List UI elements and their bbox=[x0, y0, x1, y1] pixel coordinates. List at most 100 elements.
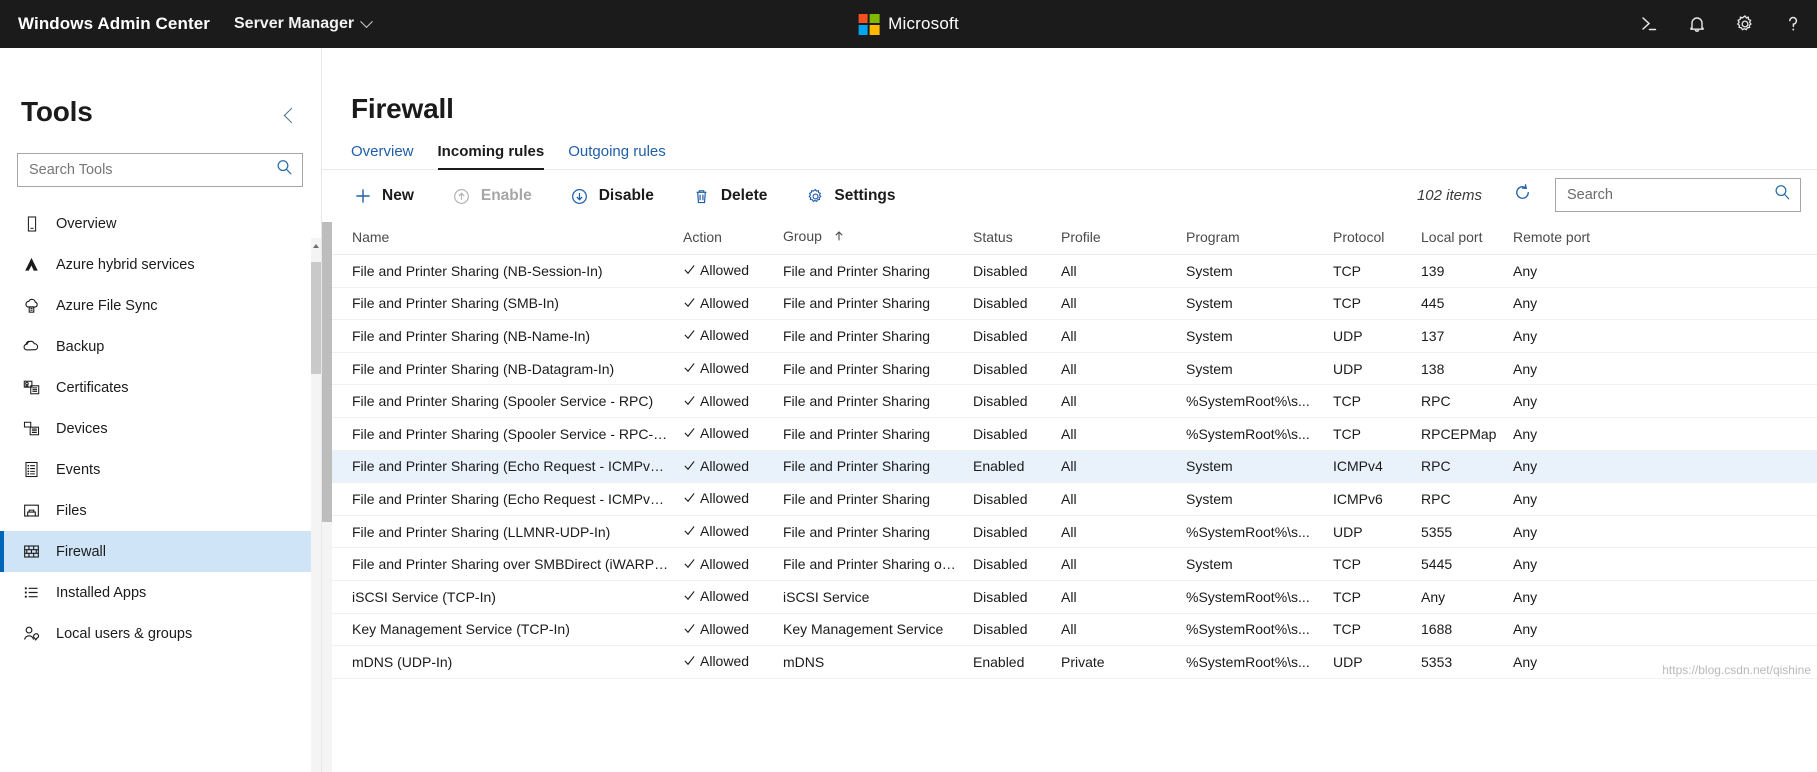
cell-local-port: 138 bbox=[1415, 352, 1507, 386]
sidebar-item-backup[interactable]: Backup bbox=[0, 326, 321, 367]
checkmark-icon bbox=[683, 557, 696, 573]
cell-group: File and Printer Sharing bbox=[777, 450, 967, 484]
cell-program: %SystemRoot%\s... bbox=[1180, 417, 1327, 451]
firewall-rules-table: Name Action Group Status Profile Program… bbox=[322, 222, 1817, 679]
cell-profile: All bbox=[1055, 319, 1180, 353]
cell-action: Allowed bbox=[677, 254, 777, 288]
grid-scrollbar-thumb[interactable] bbox=[322, 222, 332, 522]
sidebar-item-azure-hybrid-services[interactable]: Azure hybrid services bbox=[0, 244, 321, 285]
tools-list: Overview Azure hybrid services Azure Fil… bbox=[0, 203, 321, 654]
cell-group: mDNS bbox=[777, 645, 967, 679]
tools-search-input[interactable] bbox=[29, 162, 275, 178]
checkmark-icon bbox=[683, 296, 696, 312]
cell-remote-port: Any bbox=[1507, 319, 1817, 353]
cell-local-port: RPC bbox=[1415, 482, 1507, 516]
chevron-down-icon bbox=[360, 14, 373, 28]
column-header-status[interactable]: Status bbox=[967, 222, 1055, 255]
sidebar-item-firewall[interactable]: Firewall bbox=[0, 531, 321, 572]
sidebar-item-overview[interactable]: Overview bbox=[0, 203, 321, 244]
table-row[interactable]: File and Printer Sharing (Echo Request -… bbox=[322, 450, 1817, 484]
settings-gear-icon[interactable] bbox=[1721, 0, 1769, 48]
new-rule-button[interactable]: New bbox=[351, 182, 428, 210]
checkmark-icon bbox=[683, 328, 696, 344]
cell-protocol: TCP bbox=[1327, 384, 1415, 418]
tools-header: Tools bbox=[0, 48, 321, 132]
notifications-bell-icon[interactable] bbox=[1673, 0, 1721, 48]
powershell-console-icon[interactable] bbox=[1625, 0, 1673, 48]
server-icon bbox=[21, 213, 42, 234]
table-row[interactable]: File and Printer Sharing (Echo Request -… bbox=[322, 482, 1817, 516]
cell-remote-port: Any bbox=[1507, 254, 1817, 288]
cell-action: Allowed bbox=[677, 352, 777, 386]
sidebar-item-events[interactable]: Events bbox=[0, 449, 321, 490]
table-row[interactable]: Key Management Service (TCP-In) Allowed Ke… bbox=[322, 613, 1817, 647]
page-title: Firewall bbox=[351, 93, 454, 124]
cell-program: System bbox=[1180, 352, 1327, 386]
table-body: File and Printer Sharing (NB-Session-In)… bbox=[322, 254, 1817, 679]
scroll-up-arrow-icon[interactable] bbox=[311, 238, 321, 254]
cell-group: iSCSI Service bbox=[777, 580, 967, 614]
cell-remote-port: Any bbox=[1507, 287, 1817, 321]
table-row[interactable]: File and Printer Sharing (Spooler Servic… bbox=[322, 384, 1817, 418]
table-row[interactable]: File and Printer Sharing (LLMNR-UDP-In) A… bbox=[322, 515, 1817, 549]
collapse-sidebar-button[interactable] bbox=[280, 102, 303, 132]
action-label: Allowed bbox=[700, 490, 750, 507]
delete-rule-label: Delete bbox=[720, 187, 768, 204]
column-header-program[interactable]: Program bbox=[1180, 222, 1327, 255]
delete-rule-button[interactable]: Delete bbox=[690, 182, 782, 210]
column-header-group[interactable]: Group bbox=[777, 222, 967, 255]
sidebar-item-azure-file-sync[interactable]: Azure File Sync bbox=[0, 285, 321, 326]
cell-profile: All bbox=[1055, 547, 1180, 581]
cell-remote-port: Any bbox=[1507, 613, 1817, 647]
sidebar-item-devices[interactable]: Devices bbox=[0, 408, 321, 449]
tools-sidebar: Tools Overview bbox=[0, 48, 322, 772]
table-row[interactable]: File and Printer Sharing (NB-Name-In) All… bbox=[322, 319, 1817, 353]
tab-bar: Overview Incoming rules Outgoing rules bbox=[322, 143, 1817, 170]
tab-incoming-rules[interactable]: Incoming rules bbox=[426, 143, 557, 170]
disable-rule-label: Disable bbox=[598, 187, 654, 204]
help-question-icon[interactable] bbox=[1769, 0, 1817, 48]
column-header-local-port[interactable]: Local port bbox=[1415, 222, 1507, 255]
sidebar-scrollbar[interactable] bbox=[311, 238, 321, 772]
server-manager-nav[interactable]: Server Manager bbox=[234, 14, 373, 33]
cell-local-port: Any bbox=[1415, 580, 1507, 614]
sidebar-item-files[interactable]: Files bbox=[0, 490, 321, 531]
column-header-protocol[interactable]: Protocol bbox=[1327, 222, 1415, 255]
tab-overview[interactable]: Overview bbox=[339, 143, 426, 169]
table-row[interactable]: iSCSI Service (TCP-In) Allowed iSCSI Servi… bbox=[322, 580, 1817, 614]
refresh-button[interactable] bbox=[1508, 178, 1537, 212]
rules-search-input[interactable] bbox=[1567, 187, 1773, 203]
firewall-settings-button[interactable]: Settings bbox=[803, 182, 909, 210]
cell-local-port: 1688 bbox=[1415, 613, 1507, 647]
disable-rule-button[interactable]: Disable bbox=[568, 182, 668, 210]
column-header-profile[interactable]: Profile bbox=[1055, 222, 1180, 255]
cell-program: %SystemRoot%\s... bbox=[1180, 645, 1327, 679]
tools-search-box[interactable] bbox=[17, 153, 303, 187]
cell-protocol: TCP bbox=[1327, 580, 1415, 614]
cell-local-port: RPC bbox=[1415, 450, 1507, 484]
cell-status: Disabled bbox=[967, 384, 1055, 418]
column-header-name[interactable]: Name bbox=[322, 222, 677, 255]
cell-name: File and Printer Sharing (LLMNR-UDP-In) bbox=[322, 515, 677, 549]
sidebar-item-installed-apps[interactable]: Installed Apps bbox=[0, 572, 321, 613]
cell-name: File and Printer Sharing (Spooler Servic… bbox=[322, 384, 677, 418]
rules-search-box[interactable] bbox=[1555, 178, 1801, 212]
table-row[interactable]: mDNS (UDP-In) Allowed mDNS Enabled Private %S… bbox=[322, 645, 1817, 679]
sidebar-scrollbar-thumb[interactable] bbox=[311, 262, 321, 374]
sidebar-item-local-users-groups[interactable]: Local users & groups bbox=[0, 613, 321, 654]
column-header-remote-port[interactable]: Remote port bbox=[1507, 222, 1817, 255]
grid-vertical-scrollbar[interactable] bbox=[322, 222, 332, 772]
table-row[interactable]: File and Printer Sharing over SMBDirect … bbox=[322, 547, 1817, 581]
search-icon bbox=[1773, 183, 1792, 207]
tab-outgoing-rules[interactable]: Outgoing rules bbox=[556, 143, 678, 169]
enable-rule-label: Enable bbox=[480, 187, 532, 204]
cell-protocol: TCP bbox=[1327, 254, 1415, 288]
table-row[interactable]: File and Printer Sharing (NB-Session-In)… bbox=[322, 254, 1817, 288]
column-header-action[interactable]: Action bbox=[677, 222, 777, 255]
table-row[interactable]: File and Printer Sharing (SMB-In) Allowed… bbox=[322, 287, 1817, 321]
cell-profile: All bbox=[1055, 254, 1180, 288]
cell-remote-port: Any bbox=[1507, 580, 1817, 614]
sidebar-item-certificates[interactable]: Certificates bbox=[0, 367, 321, 408]
table-row[interactable]: File and Printer Sharing (NB-Datagram-In… bbox=[322, 352, 1817, 386]
table-row[interactable]: File and Printer Sharing (Spooler Servic… bbox=[322, 417, 1817, 451]
